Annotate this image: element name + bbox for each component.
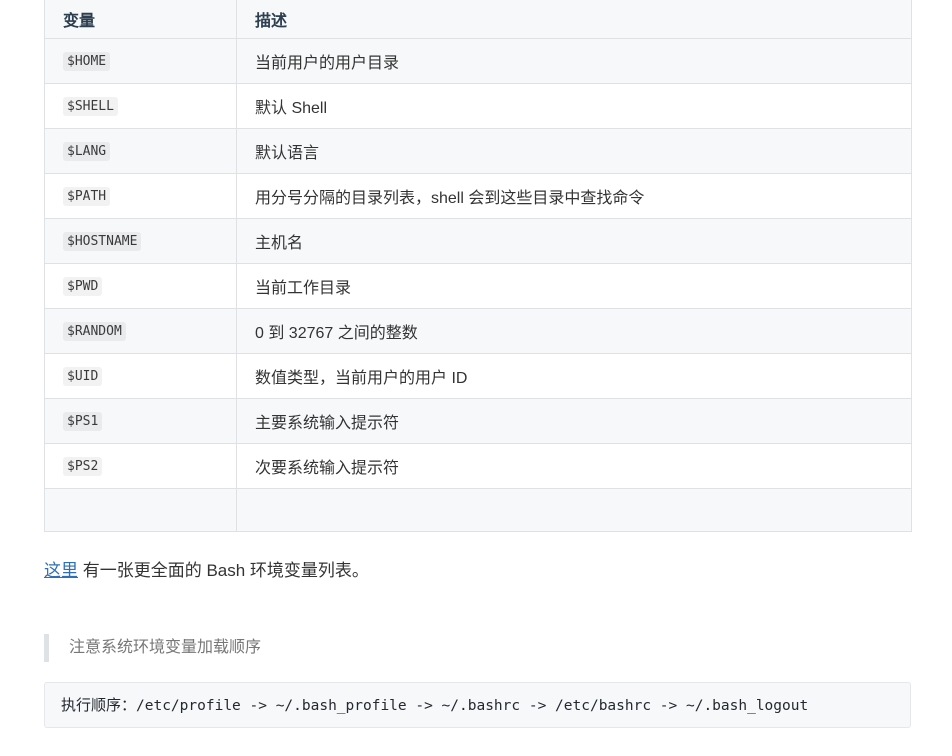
empty-table-row — [44, 488, 912, 532]
var-name: $SHELL — [63, 97, 118, 116]
table-row: $HOSTNAME 主机名 — [44, 218, 912, 264]
desc-cell: 次要系统输入提示符 — [236, 443, 912, 489]
desc-cell: 数值类型，当前用户的用户 ID — [236, 353, 912, 399]
table-row: $LANG 默认语言 — [44, 128, 912, 174]
desc-cell: 当前工作目录 — [236, 263, 912, 309]
more-list-link[interactable]: 这里 — [44, 561, 78, 580]
load-order-code-block: 执行顺序：/etc/profile -> ~/.bash_profile -> … — [44, 682, 911, 728]
table-row: $RANDOM 0 到 32767 之间的整数 — [44, 308, 912, 354]
desc-cell: 主机名 — [236, 218, 912, 264]
page: 变量 描述 $HOME 当前用户的用户目录 $SHELL 默认 Shell $L… — [0, 0, 952, 756]
var-name: $HOME — [63, 52, 111, 71]
table-row: $SHELL 默认 Shell — [44, 83, 912, 129]
var-cell: $HOSTNAME — [44, 218, 237, 264]
var-cell: $PATH — [44, 173, 237, 219]
desc-cell: 默认 Shell — [236, 83, 912, 129]
desc-cell: 用分号分隔的目录列表，shell 会到这些目录中查找命令 — [236, 173, 912, 219]
var-name: $PWD — [63, 277, 103, 296]
var-name: $HOSTNAME — [63, 232, 142, 251]
header-description: 描述 — [236, 0, 912, 39]
header-variable: 变量 — [44, 0, 237, 39]
note-blockquote: 注意系统环境变量加载顺序 — [44, 634, 261, 662]
var-cell: $LANG — [44, 128, 237, 174]
env-variables-table: 变量 描述 $HOME 当前用户的用户目录 $SHELL 默认 Shell $L… — [44, 0, 912, 532]
var-name: $PS2 — [63, 457, 103, 476]
more-list-text: 有一张更全面的 Bash 环境变量列表。 — [78, 561, 369, 580]
var-cell: $PS1 — [44, 398, 237, 444]
var-name: $LANG — [63, 142, 111, 161]
empty-cell — [236, 488, 912, 532]
var-name: $RANDOM — [63, 322, 126, 341]
table-row: $PS2 次要系统输入提示符 — [44, 443, 912, 489]
load-order-command: /etc/profile -> ~/.bash_profile -> ~/.ba… — [136, 698, 809, 714]
var-name: $UID — [63, 367, 103, 386]
var-name: $PS1 — [63, 412, 103, 431]
desc-cell: 0 到 32767 之间的整数 — [236, 308, 912, 354]
empty-cell — [44, 488, 237, 532]
table-row: $PS1 主要系统输入提示符 — [44, 398, 912, 444]
table-row: $PWD 当前工作目录 — [44, 263, 912, 309]
table-row: $HOME 当前用户的用户目录 — [44, 38, 912, 84]
desc-cell: 当前用户的用户目录 — [236, 38, 912, 84]
var-cell: $PS2 — [44, 443, 237, 489]
more-list-paragraph: 这里 有一张更全面的 Bash 环境变量列表。 — [44, 556, 369, 581]
var-name: $PATH — [63, 187, 111, 206]
var-cell: $UID — [44, 353, 237, 399]
desc-cell: 默认语言 — [236, 128, 912, 174]
var-cell: $SHELL — [44, 83, 237, 129]
var-cell: $RANDOM — [44, 308, 237, 354]
table-header-row: 变量 描述 — [44, 0, 912, 39]
table-row: $PATH 用分号分隔的目录列表，shell 会到这些目录中查找命令 — [44, 173, 912, 219]
desc-cell: 主要系统输入提示符 — [236, 398, 912, 444]
var-cell: $HOME — [44, 38, 237, 84]
table-row: $UID 数值类型，当前用户的用户 ID — [44, 353, 912, 399]
var-cell: $PWD — [44, 263, 237, 309]
load-order-label: 执行顺序： — [61, 697, 137, 714]
